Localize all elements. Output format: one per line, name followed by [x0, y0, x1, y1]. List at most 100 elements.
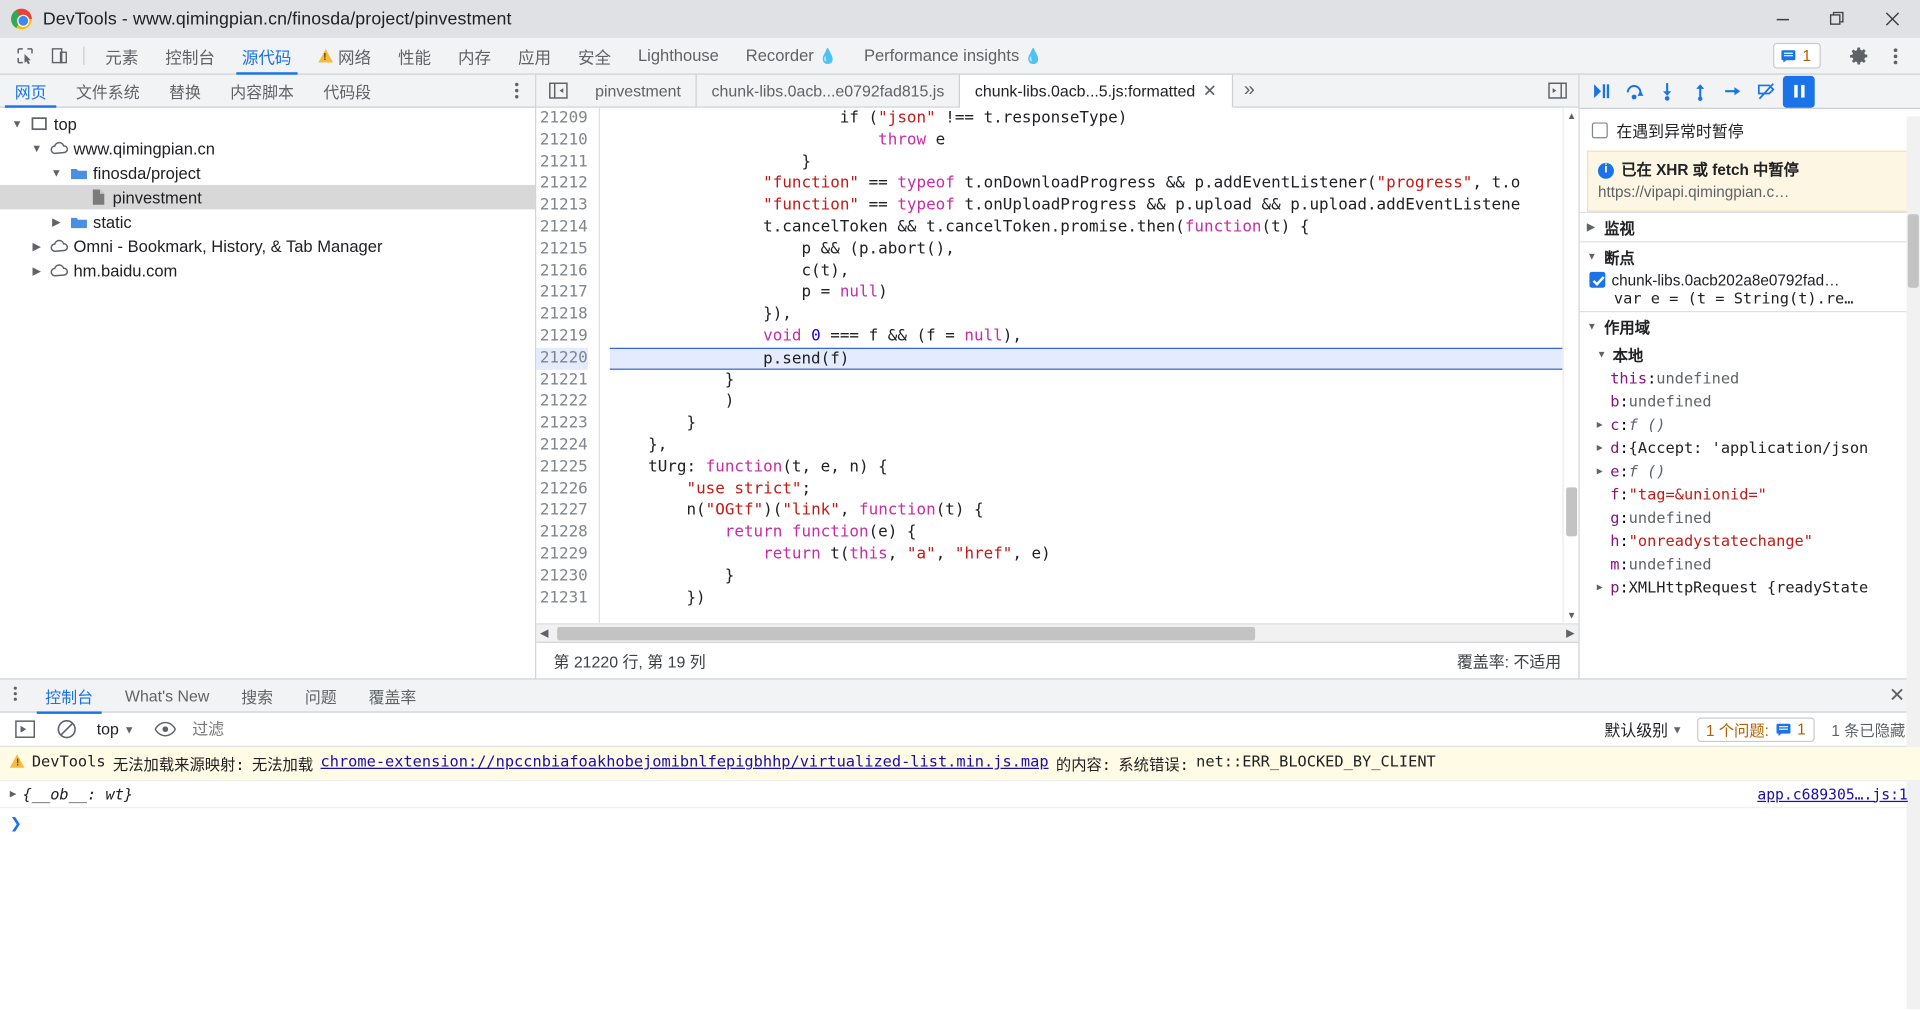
live-expression-icon[interactable] [148, 721, 182, 737]
tab-sources[interactable]: 源代码 [228, 38, 305, 75]
scope-variable[interactable]: ▶ c: f () [1580, 413, 1920, 436]
scope-variable[interactable]: g: undefined [1580, 506, 1920, 529]
tab-network[interactable]: 网络 [305, 38, 385, 74]
scrollbar-thumb[interactable] [1566, 487, 1578, 537]
drawer-tab-console[interactable]: 控制台 [29, 679, 109, 714]
maximize-restore-button[interactable] [1810, 0, 1865, 38]
scope-variable[interactable]: h: "onreadystatechange" [1580, 529, 1920, 552]
editor-vertical-scrollbar[interactable]: ▲ ▼ [1562, 107, 1579, 624]
twisty-closed-icon[interactable]: ▶ [49, 215, 64, 228]
line-number[interactable]: 21214 [536, 217, 588, 239]
issues-badge[interactable]: 1 [1773, 42, 1821, 69]
code-line[interactable]: } [610, 369, 1563, 391]
line-number[interactable]: 21221 [536, 369, 588, 391]
device-toolbar-icon[interactable] [42, 38, 76, 74]
line-number[interactable]: 21217 [536, 282, 588, 304]
code-line[interactable]: } [610, 565, 1563, 587]
console-context-selector[interactable]: top ▼ [91, 720, 141, 738]
breakpoint-item[interactable]: chunk-libs.0acb202a8e0792fad… [1580, 271, 1920, 289]
show-debugger-sidebar-icon[interactable] [1537, 75, 1579, 107]
more-vertical-icon[interactable] [498, 75, 535, 107]
tree-item-top[interactable]: ▼ top [0, 111, 535, 135]
line-number[interactable]: 21222 [536, 391, 588, 413]
tab-console[interactable]: 控制台 [152, 38, 229, 74]
show-navigator-icon[interactable] [536, 75, 580, 107]
code-line[interactable]: tUrg: function(t, e, n) { [610, 456, 1563, 478]
console-level-selector[interactable]: 默认级别 ▼ [1604, 718, 1690, 741]
scroll-up-arrow[interactable]: ▲ [1566, 110, 1577, 121]
drawer-tab-coverage[interactable]: 覆盖率 [353, 679, 433, 712]
code-line[interactable]: if ("json" !== t.responseType) [610, 108, 1563, 130]
line-number[interactable]: 21212 [536, 173, 588, 195]
nav-tab-content-scripts[interactable]: 内容脚本 [216, 75, 309, 107]
scope-variable[interactable]: ▶ e: f () [1580, 459, 1920, 482]
more-vertical-icon[interactable] [0, 684, 29, 706]
tree-item-omni[interactable]: ▶ Omni - Bookmark, History, & Tab Manage… [0, 234, 535, 258]
editor-tab-chunk-libs[interactable]: chunk-libs.0acb...e0792fad815.js [697, 74, 961, 107]
section-watch[interactable]: ▶ 监视 [1579, 212, 1920, 241]
line-number[interactable]: 21226 [536, 478, 588, 500]
code-line[interactable]: return function(e) { [610, 522, 1563, 544]
code-line[interactable]: } [610, 151, 1563, 173]
code-line[interactable]: "function" == typeof t.onDownloadProgres… [610, 173, 1563, 195]
code-line[interactable]: }), [610, 304, 1563, 326]
section-breakpoints[interactable]: ▼ 断点 [1579, 241, 1920, 271]
step-out-button[interactable] [1684, 75, 1716, 107]
scope-variable[interactable]: ▶ d: {Accept: 'application/json [1580, 436, 1920, 459]
clear-console-icon[interactable] [49, 719, 83, 740]
code-area[interactable]: 21209 21210 21211 21212 21213 21214 21215 21216… [536, 107, 1563, 624]
line-number[interactable]: 21229 [536, 544, 588, 566]
scope-variable[interactable]: b: undefined [1580, 390, 1920, 413]
code-line[interactable]: throw e [610, 130, 1563, 152]
tree-item-hmbaidu[interactable]: ▶ hm.baidu.com [0, 258, 535, 282]
code-line[interactable]: p = null) [610, 282, 1563, 304]
line-number[interactable]: 21224 [536, 435, 588, 457]
code-line[interactable]: }) [610, 587, 1563, 609]
tree-item-folder-static[interactable]: ▶ static [0, 209, 535, 233]
console-message-object[interactable]: ▶ {__ob__: wt} app.c689305….js:1 [0, 781, 1920, 809]
scope-variable[interactable]: f: "tag=&unionid=" [1580, 483, 1920, 506]
console-prompt[interactable]: ❯ [0, 808, 1920, 837]
tab-security[interactable]: 安全 [564, 38, 624, 74]
scroll-down-arrow[interactable]: ▼ [1566, 610, 1577, 621]
drawer-tab-issues[interactable]: 问题 [289, 679, 353, 712]
tree-item-domain[interactable]: ▼ www.qimingpian.cn [0, 136, 535, 160]
deactivate-breakpoints-button[interactable] [1750, 75, 1782, 107]
scroll-right-arrow[interactable]: ▶ [1562, 626, 1578, 639]
chevron-right-icon[interactable]: ▶ [1597, 466, 1610, 477]
console-execute-icon[interactable] [7, 720, 41, 738]
more-vertical-icon[interactable] [1878, 46, 1912, 66]
twisty-open-icon[interactable]: ▼ [49, 167, 64, 179]
code-editor[interactable]: 21209 21210 21211 21212 21213 21214 21215 21216… [536, 107, 1579, 624]
line-number[interactable]: 21230 [536, 565, 588, 587]
editor-tab-pinvestment[interactable]: pinvestment [580, 74, 697, 107]
tab-recorder[interactable]: Recorder 💧 [732, 38, 850, 74]
nav-tab-overrides[interactable]: 替换 [154, 75, 215, 107]
sidebar-scrollbar[interactable] [1906, 116, 1920, 1009]
pause-on-exceptions-button[interactable] [1782, 75, 1815, 108]
breakpoint-checkbox[interactable] [1589, 272, 1606, 289]
nav-tab-filesystem[interactable]: 文件系统 [61, 75, 154, 107]
twisty-closed-icon[interactable]: ▶ [29, 239, 44, 252]
minimize-button[interactable] [1755, 0, 1810, 38]
chevron-double-right-icon[interactable]: » [1233, 75, 1266, 107]
line-number[interactable]: 21220 [536, 347, 588, 370]
scope-local-header[interactable]: ▼ 本地 [1580, 341, 1920, 367]
tab-elements[interactable]: 元素 [92, 38, 152, 74]
code-line[interactable]: p.send(f) [609, 347, 1563, 370]
chevron-right-icon[interactable]: ▶ [1597, 442, 1610, 453]
console-message-warning[interactable]: DevTools 无法加载来源映射: 无法加载 chrome-extension… [0, 746, 1920, 782]
editor-tab-chunk-libs-formatted[interactable]: chunk-libs.0acb...5.js:formatted ✕ [960, 74, 1233, 108]
message-source-link[interactable]: app.c689305….js:1 [1757, 786, 1907, 803]
chevron-right-icon[interactable]: ▶ [1597, 419, 1610, 430]
editor-horizontal-scrollbar[interactable]: ◀ ▶ [536, 623, 1579, 642]
console-issues-badge[interactable]: 1 个问题: 1 [1697, 716, 1815, 742]
nav-tab-page[interactable]: 网页 [0, 75, 61, 108]
scrollbar-thumb[interactable] [557, 626, 1256, 641]
tree-item-file-pinvestment[interactable]: pinvestment [0, 184, 536, 210]
line-number[interactable]: 21209 [536, 108, 588, 130]
line-number[interactable]: 21216 [536, 260, 588, 282]
inspect-element-icon[interactable] [7, 38, 41, 74]
tab-lighthouse[interactable]: Lighthouse [624, 38, 732, 74]
nav-tab-snippets[interactable]: 代码段 [309, 75, 386, 107]
